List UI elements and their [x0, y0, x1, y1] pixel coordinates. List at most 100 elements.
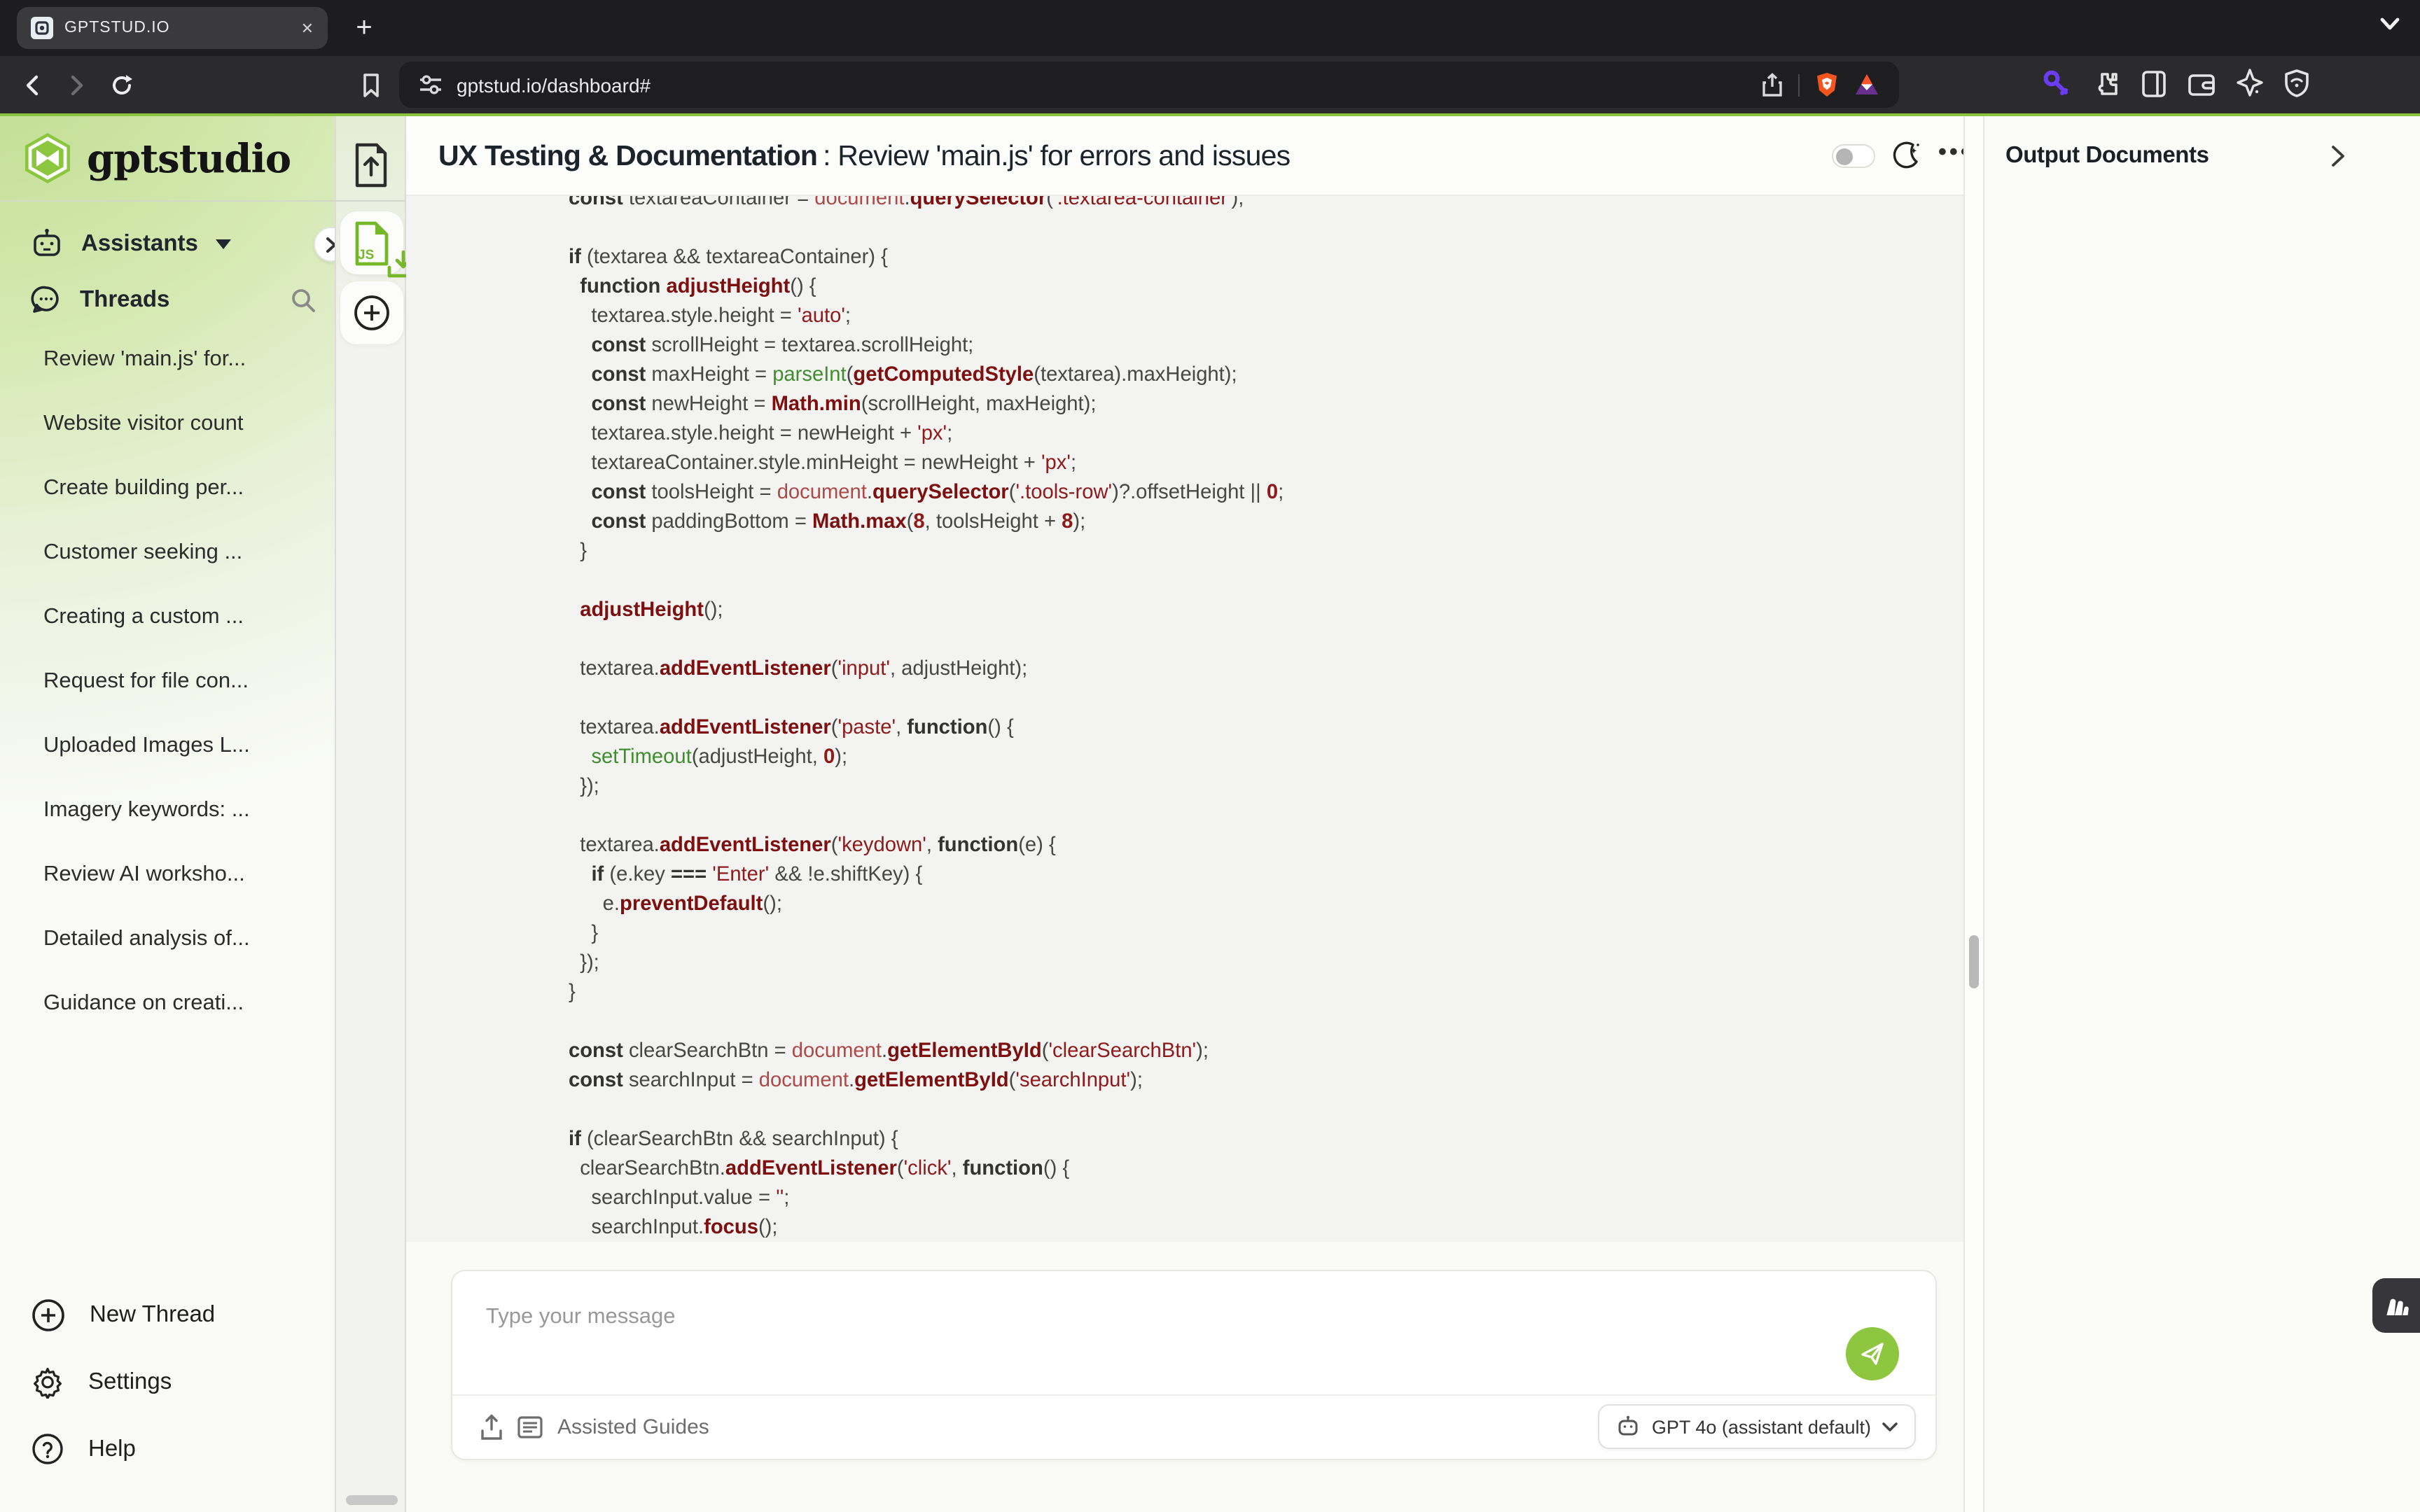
thread-item[interactable]: Review AI worksho... [0, 843, 335, 907]
site-settings-icon[interactable] [419, 74, 443, 95]
extensions-puzzle-icon[interactable] [2092, 69, 2120, 97]
brave-shields-icon[interactable] [1815, 71, 1839, 98]
assistant-name: UX Testing & Documentation [438, 139, 817, 173]
logo-text: gptstudio [87, 135, 291, 181]
quick-actions-rail: JS [335, 116, 406, 1512]
thread-item-label: Customer seeking ... [43, 540, 242, 566]
thread-item[interactable]: Create building per... [0, 456, 335, 521]
assistant-robot-icon [1617, 1415, 1641, 1438]
leo-ai-icon[interactable] [2237, 69, 2263, 98]
upload-icon[interactable] [480, 1414, 503, 1441]
svg-text:JS: JS [357, 247, 373, 262]
new-thread-button[interactable]: New Thread [0, 1284, 335, 1345]
divider [0, 200, 406, 202]
send-plane-icon [1860, 1341, 1885, 1366]
thread-item-label: Guidance on creati... [43, 991, 244, 1016]
guides-list-icon[interactable] [517, 1415, 543, 1439]
scrollbar-thumb[interactable] [1969, 935, 1979, 988]
threads-label: Threads [80, 286, 169, 313]
wallet-icon[interactable] [2188, 71, 2216, 96]
thread-item[interactable]: Guidance on creati... [0, 972, 335, 1036]
m-logo-icon [2382, 1294, 2410, 1317]
sidebar: gptstudio Assistants [0, 116, 335, 1512]
extension-dock-button[interactable] [2372, 1278, 2420, 1333]
browser-tab-bar: GPTSTUD.IO ✕ + [0, 0, 2420, 56]
tab-close-icon[interactable]: ✕ [301, 19, 314, 37]
message-card: Type your message Assisted Guides [451, 1270, 1937, 1460]
thread-item-label: Request for file con... [43, 669, 249, 694]
bat-rewards-icon[interactable] [1854, 73, 1879, 97]
app-logo[interactable]: gptstudio [0, 116, 335, 200]
toggle-knob [1836, 148, 1853, 164]
dark-mode-moon-icon[interactable] [1891, 140, 1921, 171]
thread-item[interactable]: Website visitor count [0, 392, 335, 456]
privacy-shield-icon[interactable] [2284, 69, 2309, 98]
model-label: GPT 4o (assistant default) [1652, 1416, 1871, 1437]
new-thread-label: New Thread [90, 1301, 215, 1328]
thread-item[interactable]: Customer seeking ... [0, 521, 335, 585]
assistants-robot-icon [31, 228, 63, 259]
help-icon [31, 1432, 64, 1466]
toolbar-extensions [2042, 69, 2309, 98]
output-documents-title: Output Documents [2005, 116, 2209, 196]
password-key-icon[interactable] [2042, 69, 2071, 98]
thread-item-label: Imagery keywords: ... [43, 798, 250, 823]
composer-zone: Type your message Assisted Guides [406, 1242, 1963, 1512]
thread-item[interactable]: Uploaded Images L... [0, 714, 335, 778]
settings-button[interactable]: Settings [0, 1351, 335, 1413]
send-button[interactable] [1846, 1327, 1899, 1380]
thread-item[interactable]: Creating a custom ... [0, 585, 335, 650]
site-favicon-icon [31, 17, 53, 39]
theme-toggle[interactable] [1832, 144, 1875, 168]
tab-search-icon[interactable] [2379, 17, 2400, 31]
logo-hexagon-icon [21, 130, 74, 186]
browser-toolbar: gptstud.io/dashboard# [0, 56, 2420, 113]
thread-item[interactable]: Request for file con... [0, 650, 335, 714]
assisted-guides-label[interactable]: Assisted Guides [557, 1415, 709, 1439]
settings-label: Settings [88, 1368, 172, 1395]
page-title: UX Testing & Documentation : Review 'mai… [438, 116, 1290, 196]
thread-item[interactable]: Review 'main.js' for... [0, 328, 335, 392]
thread-header: UX Testing & Documentation : Review 'mai… [406, 116, 1963, 196]
thread-item-label: Create building per... [43, 476, 244, 501]
screen: GPTSTUD.IO ✕ + gptstud.io/dashboard# [0, 0, 2420, 1512]
thread-item[interactable]: Detailed analysis of... [0, 907, 335, 972]
thread-item-label: Website visitor count [43, 412, 243, 437]
sidebar-item-assistants[interactable]: Assistants [0, 216, 335, 272]
thread-item-label: Review AI worksho... [43, 862, 245, 888]
add-document-button[interactable] [340, 281, 403, 344]
search-threads-icon[interactable] [290, 286, 317, 313]
thread-item[interactable]: Imagery keywords: ... [0, 778, 335, 843]
thread-item-label: Review 'main.js' for... [43, 347, 246, 372]
thread-item-label: Detailed analysis of... [43, 927, 250, 952]
horizontal-scrollbar[interactable] [346, 1495, 398, 1505]
assistants-label: Assistants [81, 230, 198, 257]
url-text[interactable]: gptstud.io/dashboard# [457, 74, 1762, 96]
bookmark-icon[interactable] [356, 70, 387, 101]
sidebar-item-threads[interactable]: Threads [0, 272, 335, 328]
new-tab-button[interactable]: + [347, 11, 381, 45]
forward-button[interactable] [62, 70, 92, 101]
model-selector[interactable]: GPT 4o (assistant default) [1599, 1404, 1916, 1449]
vertical-scrollbar[interactable] [1963, 116, 1984, 1512]
browser-tab[interactable]: GPTSTUD.IO ✕ [17, 7, 328, 49]
threads-chat-icon [31, 284, 62, 315]
expand-panel-icon[interactable] [2330, 144, 2346, 168]
gear-icon [31, 1365, 64, 1399]
divider [1798, 74, 1800, 96]
export-file-button[interactable] [350, 141, 392, 189]
share-icon[interactable] [1762, 72, 1783, 97]
sidebar-panel-icon[interactable] [2141, 69, 2167, 97]
plus-circle-icon [31, 1297, 66, 1332]
address-bar[interactable]: gptstud.io/dashboard# [399, 62, 1899, 108]
code-output[interactable]: const textareaContainer = document.query… [406, 196, 1963, 1242]
help-button[interactable]: Help [0, 1418, 335, 1480]
thread-item-label: Uploaded Images L... [43, 734, 250, 759]
back-button[interactable] [17, 70, 48, 101]
output-documents-panel: Output Documents [1984, 116, 2420, 1512]
reload-button[interactable] [106, 70, 137, 101]
thread-item-label: Creating a custom ... [43, 605, 244, 630]
download-js-file-button[interactable]: JS [340, 211, 403, 274]
thread-title: : Review 'main.js' for errors and issues [823, 139, 1290, 173]
message-input[interactable]: Type your message [486, 1305, 676, 1330]
